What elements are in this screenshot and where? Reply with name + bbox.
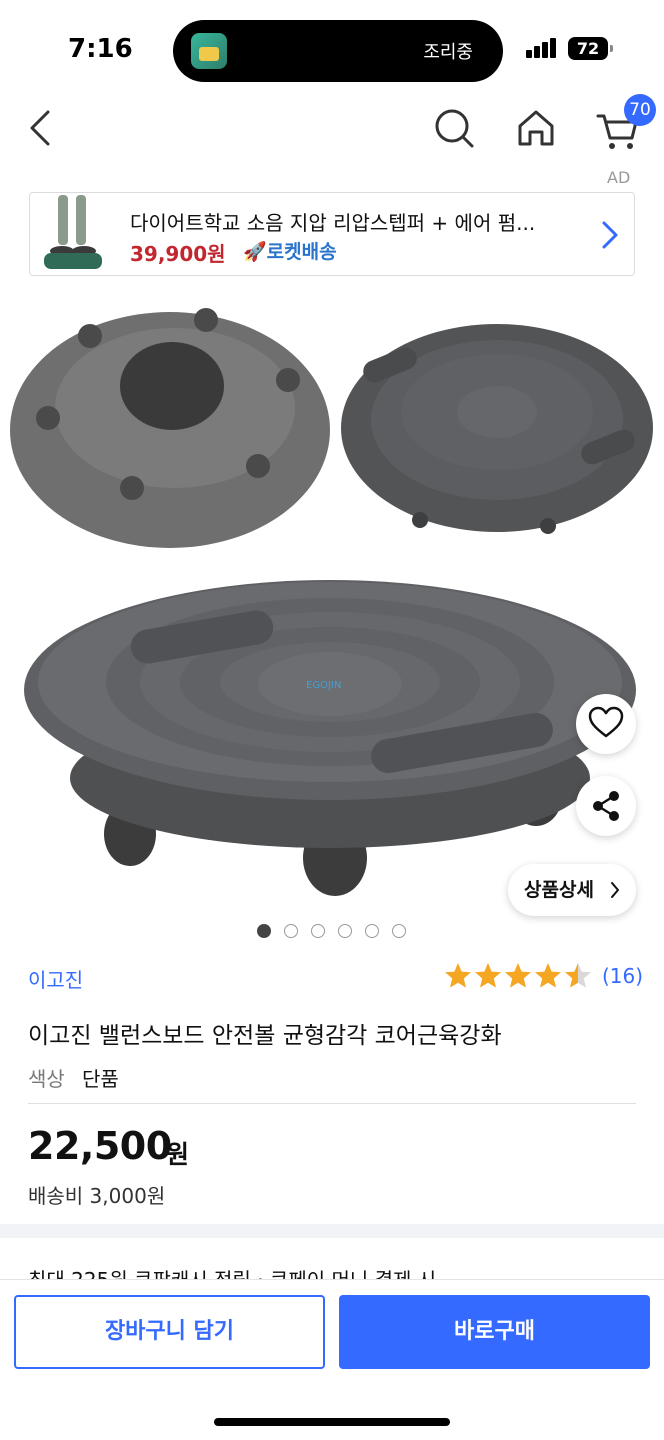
star-icon — [475, 963, 501, 988]
pagination-dot[interactable] — [257, 924, 271, 938]
pagination-dot[interactable] — [392, 924, 406, 938]
battery-icon: 72 — [568, 37, 613, 60]
product-title: 이고진 밸런스보드 안전볼 균형감각 코어근육강화 — [28, 1023, 502, 1049]
product-detail-button[interactable]: 상품상세 — [508, 864, 636, 916]
back-icon[interactable] — [12, 100, 68, 156]
bottom-action-bar: 장바구니 담기 바로구매 — [0, 1279, 664, 1440]
top-nav — [0, 92, 664, 164]
rocket-icon: 🚀 — [243, 241, 267, 263]
ad-banner[interactable]: 다이어트학교 소음 지압 리압스텝퍼 + 에어 펌... 39,900원 🚀로켓… — [29, 192, 635, 276]
pagination-dot[interactable] — [284, 924, 298, 938]
star-icon — [445, 963, 471, 988]
chevron-right-icon — [600, 219, 620, 251]
product-detail-label: 상품상세 — [524, 879, 594, 901]
ad-title: 다이어트학교 소음 지압 리압스텝퍼 + 에어 펌... — [130, 211, 536, 235]
half-star-icon — [565, 963, 591, 988]
share-button[interactable] — [576, 776, 636, 836]
dynamic-island[interactable]: 조리중 — [173, 20, 503, 82]
home-icon[interactable] — [508, 100, 564, 156]
product-photo-main: EGOJIN — [24, 580, 636, 896]
brand-link[interactable]: 이고진 — [28, 964, 83, 993]
pagination-dot[interactable] — [338, 924, 352, 938]
home-indicator[interactable] — [214, 1418, 450, 1426]
svg-text:EGOJIN: EGOJIN — [306, 680, 341, 691]
heart-icon — [588, 706, 624, 738]
rocket-delivery-badge: 🚀로켓배송 — [243, 237, 337, 264]
option-label: 색상 — [28, 1067, 65, 1091]
island-status-text: 조리중 — [423, 42, 473, 63]
ad-product-thumbnail — [40, 195, 106, 273]
add-to-cart-button[interactable]: 장바구니 담기 — [14, 1295, 325, 1369]
option-value[interactable]: 단품 — [82, 1063, 119, 1092]
product-image-gallery[interactable]: EGOJIN — [0, 290, 664, 950]
app-icon — [191, 33, 227, 69]
product-photo-top-right — [341, 324, 653, 534]
signal-icon — [526, 38, 558, 58]
divider — [28, 1103, 636, 1104]
section-separator — [0, 1224, 664, 1238]
pagination-dot[interactable] — [311, 924, 325, 938]
pagination-dot[interactable] — [365, 924, 379, 938]
status-bar: 7:16 조리중 72 — [0, 0, 664, 92]
ad-price: 39,900원 — [130, 242, 226, 266]
product-photo-top-left — [10, 308, 330, 548]
shipping-fee: 배송비 3,000원 — [28, 1184, 166, 1208]
price: 22,500 — [28, 1124, 172, 1168]
star-icon — [505, 963, 531, 988]
price-unit: 원 — [166, 1140, 190, 1169]
cart-count-badge: 70 — [624, 94, 656, 126]
ad-label: AD — [607, 168, 631, 187]
rocket-delivery-label: 로켓배송 — [266, 241, 337, 263]
status-time: 7:16 — [68, 34, 133, 64]
buy-now-button[interactable]: 바로구매 — [339, 1295, 650, 1369]
search-icon[interactable] — [426, 100, 482, 156]
share-icon — [593, 791, 619, 821]
chevron-right-icon — [611, 882, 619, 898]
star-rating[interactable] — [444, 962, 596, 990]
star-icon — [535, 963, 561, 988]
review-count[interactable]: (16) — [602, 964, 643, 988]
wishlist-button[interactable] — [576, 694, 636, 754]
